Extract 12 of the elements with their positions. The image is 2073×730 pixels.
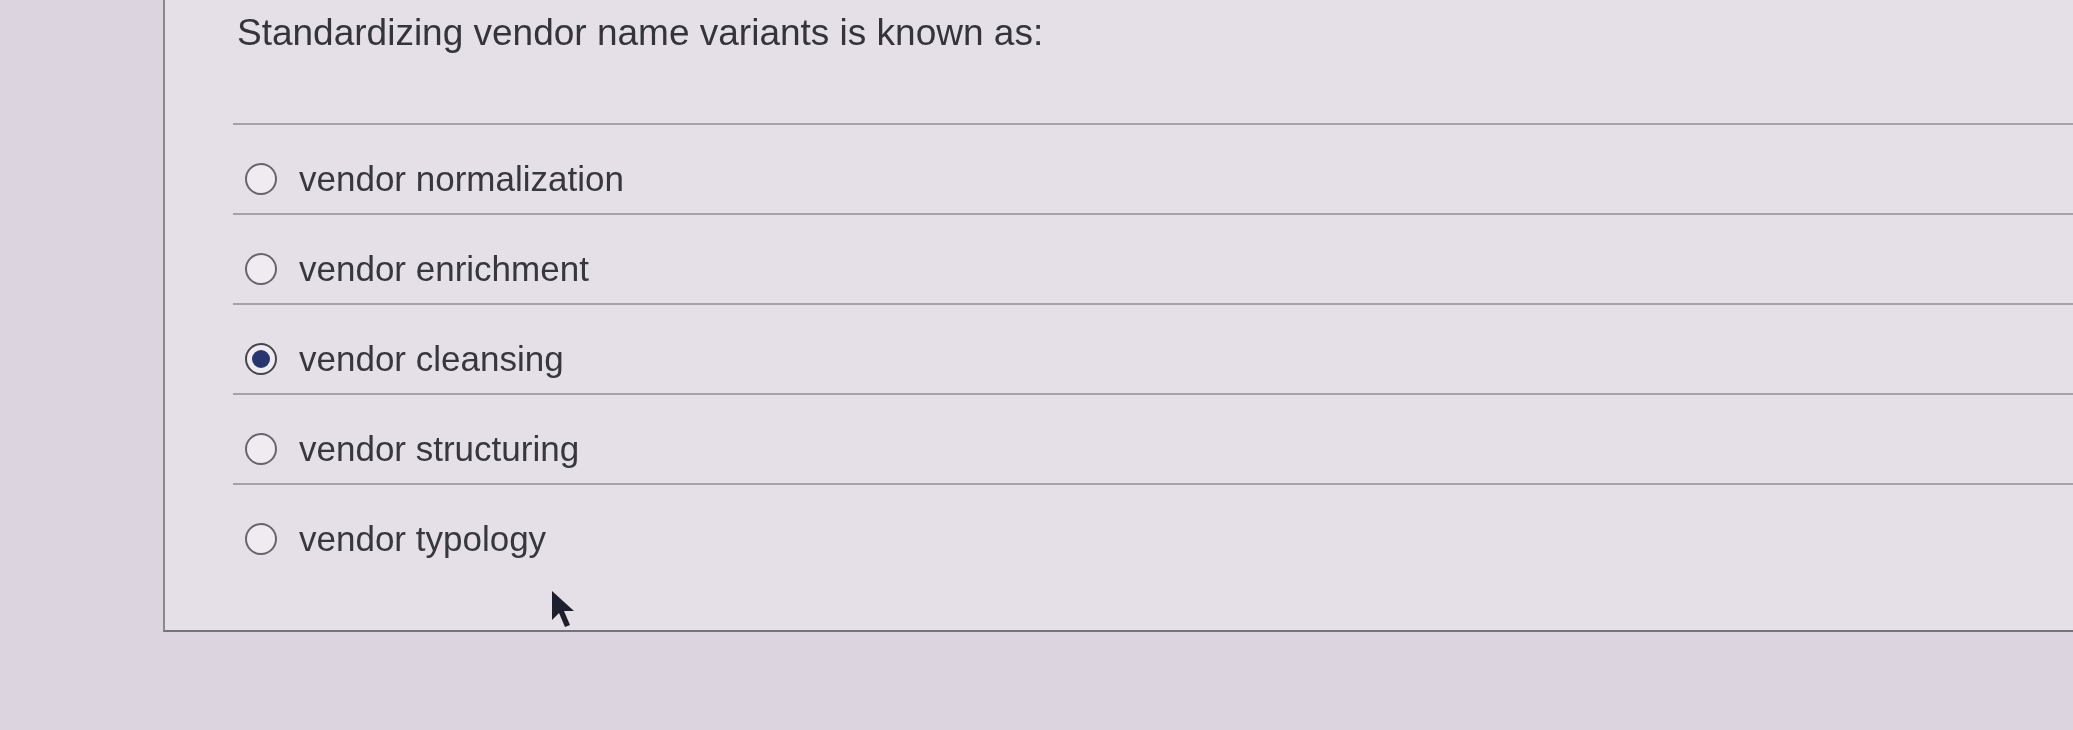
radio-button[interactable] — [245, 523, 277, 556]
radio-button[interactable] — [245, 163, 277, 196]
radio-button[interactable] — [245, 253, 277, 286]
option-label[interactable]: vendor cleansing — [299, 341, 564, 378]
option-label[interactable]: vendor structuring — [299, 431, 580, 468]
option-label[interactable]: vendor normalization — [299, 161, 624, 198]
radio-button[interactable] — [245, 343, 277, 376]
mouse-pointer-icon — [551, 590, 575, 628]
option-label[interactable]: vendor enrichment — [299, 251, 589, 288]
option-label[interactable]: vendor typology — [299, 521, 547, 558]
question-text: Standardizing vendor name variants is known as: — [237, 11, 1045, 55]
radio-button[interactable] — [245, 433, 277, 466]
